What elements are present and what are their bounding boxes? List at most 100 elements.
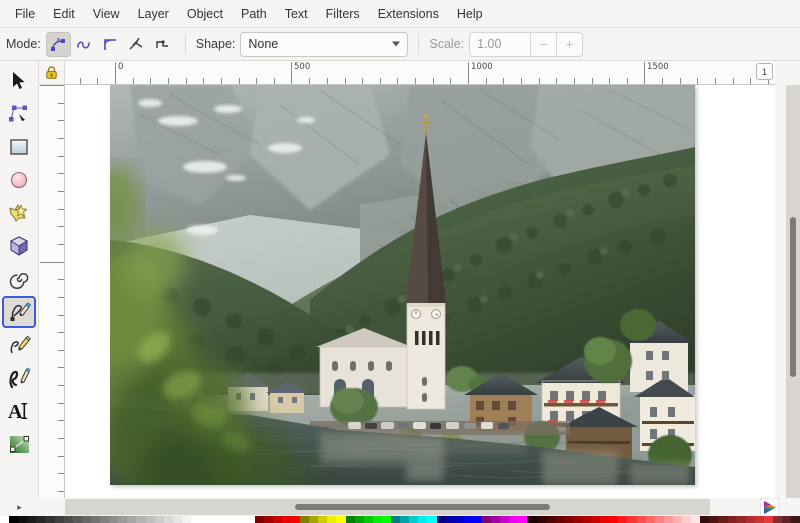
palette-swatch[interactable] xyxy=(600,516,610,523)
menu-view[interactable]: View xyxy=(84,3,129,25)
mode-bspline-path-button[interactable] xyxy=(98,32,123,57)
palette-swatch[interactable] xyxy=(309,516,319,523)
mode-paraxial-lines-button[interactable] xyxy=(150,32,175,57)
artboard[interactable] xyxy=(110,85,695,485)
menu-object[interactable]: Object xyxy=(178,3,232,25)
palette-swatch[interactable] xyxy=(709,516,719,523)
palette-swatch[interactable] xyxy=(0,516,10,523)
palette-swatch[interactable] xyxy=(582,516,592,523)
palette-swatch[interactable] xyxy=(727,516,737,523)
palette-swatch[interactable] xyxy=(54,516,64,523)
palette-swatch[interactable] xyxy=(682,516,692,523)
tool-spiral[interactable] xyxy=(2,263,36,295)
menu-layer[interactable]: Layer xyxy=(129,3,178,25)
palette-swatch[interactable] xyxy=(245,516,255,523)
palette-swatch[interactable] xyxy=(27,516,37,523)
mode-spiro-path-button[interactable] xyxy=(72,32,97,57)
palette-swatch[interactable] xyxy=(791,516,800,523)
palette-swatch[interactable] xyxy=(736,516,746,523)
scale-decrement-button[interactable]: − xyxy=(531,31,558,57)
palette-swatch[interactable] xyxy=(218,516,228,523)
palette-swatch[interactable] xyxy=(163,516,173,523)
palette-swatch[interactable] xyxy=(618,516,628,523)
palette-swatch[interactable] xyxy=(572,516,582,523)
tool-node-editor[interactable] xyxy=(2,98,36,130)
menu-file[interactable]: File xyxy=(6,3,44,25)
tool-star[interactable] xyxy=(2,197,36,229)
palette-swatch[interactable] xyxy=(427,516,437,523)
unit-badge[interactable]: 1 xyxy=(756,63,773,80)
palette-swatch[interactable] xyxy=(136,516,146,523)
palette-swatch[interactable] xyxy=(345,516,355,523)
palette-swatch[interactable] xyxy=(654,516,664,523)
menu-filters[interactable]: Filters xyxy=(317,3,369,25)
palette-swatch[interactable] xyxy=(363,516,373,523)
palette-swatch[interactable] xyxy=(663,516,673,523)
mode-straight-lines-button[interactable] xyxy=(124,32,149,57)
palette-swatch[interactable] xyxy=(318,516,328,523)
palette-swatch[interactable] xyxy=(127,516,137,523)
menu-help[interactable]: Help xyxy=(448,3,492,25)
palette-swatch[interactable] xyxy=(391,516,401,523)
palette-swatch[interactable] xyxy=(327,516,337,523)
palette-swatch[interactable] xyxy=(545,516,555,523)
palette-swatch[interactable] xyxy=(154,516,164,523)
status-color-wheel-cell[interactable] xyxy=(710,497,784,517)
palette-swatch[interactable] xyxy=(445,516,455,523)
palette-swatch[interactable] xyxy=(90,516,101,523)
palette-swatch[interactable] xyxy=(263,516,273,523)
palette-swatch[interactable] xyxy=(236,516,246,523)
menu-edit[interactable]: Edit xyxy=(44,3,84,25)
vertical-scrollbar[interactable] xyxy=(786,85,800,498)
shape-dropdown[interactable]: None xyxy=(240,31,409,57)
palette-swatch[interactable] xyxy=(418,516,428,523)
tool-3dbox[interactable] xyxy=(2,230,36,262)
palette-swatch[interactable] xyxy=(700,516,710,523)
palette-swatch[interactable] xyxy=(354,516,364,523)
palette-swatch[interactable] xyxy=(209,516,219,523)
tool-ellipse[interactable] xyxy=(2,164,36,196)
palette-swatch[interactable] xyxy=(536,516,546,523)
palette-swatch[interactable] xyxy=(181,516,191,523)
horizontal-scrollbar-thumb[interactable] xyxy=(295,504,550,510)
menu-text[interactable]: Text xyxy=(276,3,317,25)
palette-swatch[interactable] xyxy=(563,516,573,523)
palette-swatch[interactable] xyxy=(45,516,55,523)
palette-swatch[interactable] xyxy=(718,516,728,523)
palette-swatch[interactable] xyxy=(9,516,19,523)
palette-swatch[interactable] xyxy=(527,516,537,523)
palette-swatch[interactable] xyxy=(754,516,764,523)
canvas-image[interactable] xyxy=(110,85,695,485)
palette-swatch[interactable] xyxy=(763,516,773,523)
color-palette[interactable] xyxy=(0,516,800,523)
palette-swatch[interactable] xyxy=(772,516,783,523)
palette-swatch[interactable] xyxy=(400,516,410,523)
palette-swatch[interactable] xyxy=(782,516,792,523)
palette-swatch[interactable] xyxy=(518,516,528,523)
palette-swatch[interactable] xyxy=(745,516,755,523)
tool-gradient[interactable] xyxy=(2,428,36,460)
palette-swatch[interactable] xyxy=(281,516,291,523)
mode-regular-bezier-button[interactable] xyxy=(45,31,71,57)
palette-swatch[interactable] xyxy=(272,516,282,523)
horizontal-ruler[interactable]: 05001000150020002500 1 xyxy=(65,61,775,85)
palette-swatch[interactable] xyxy=(100,516,110,523)
tool-bezier-pen[interactable] xyxy=(2,296,36,328)
vertical-scrollbar-thumb[interactable] xyxy=(790,217,796,377)
tool-text[interactable]: A xyxy=(2,395,36,427)
palette-swatch[interactable] xyxy=(254,516,264,523)
palette-swatch[interactable] xyxy=(500,516,510,523)
palette-swatch[interactable] xyxy=(463,516,473,523)
palette-swatch[interactable] xyxy=(454,516,464,523)
vertical-ruler[interactable] xyxy=(39,85,65,498)
palette-swatch[interactable] xyxy=(36,516,46,523)
tool-selector[interactable] xyxy=(2,65,36,97)
palette-swatch[interactable] xyxy=(609,516,619,523)
palette-swatch[interactable] xyxy=(336,516,346,523)
palette-swatch[interactable] xyxy=(636,516,646,523)
palette-swatch[interactable] xyxy=(591,516,601,523)
palette-swatch[interactable] xyxy=(18,516,28,523)
horizontal-scrollbar[interactable] xyxy=(65,499,710,515)
palette-swatch[interactable] xyxy=(291,516,301,523)
menu-path[interactable]: Path xyxy=(232,3,276,25)
